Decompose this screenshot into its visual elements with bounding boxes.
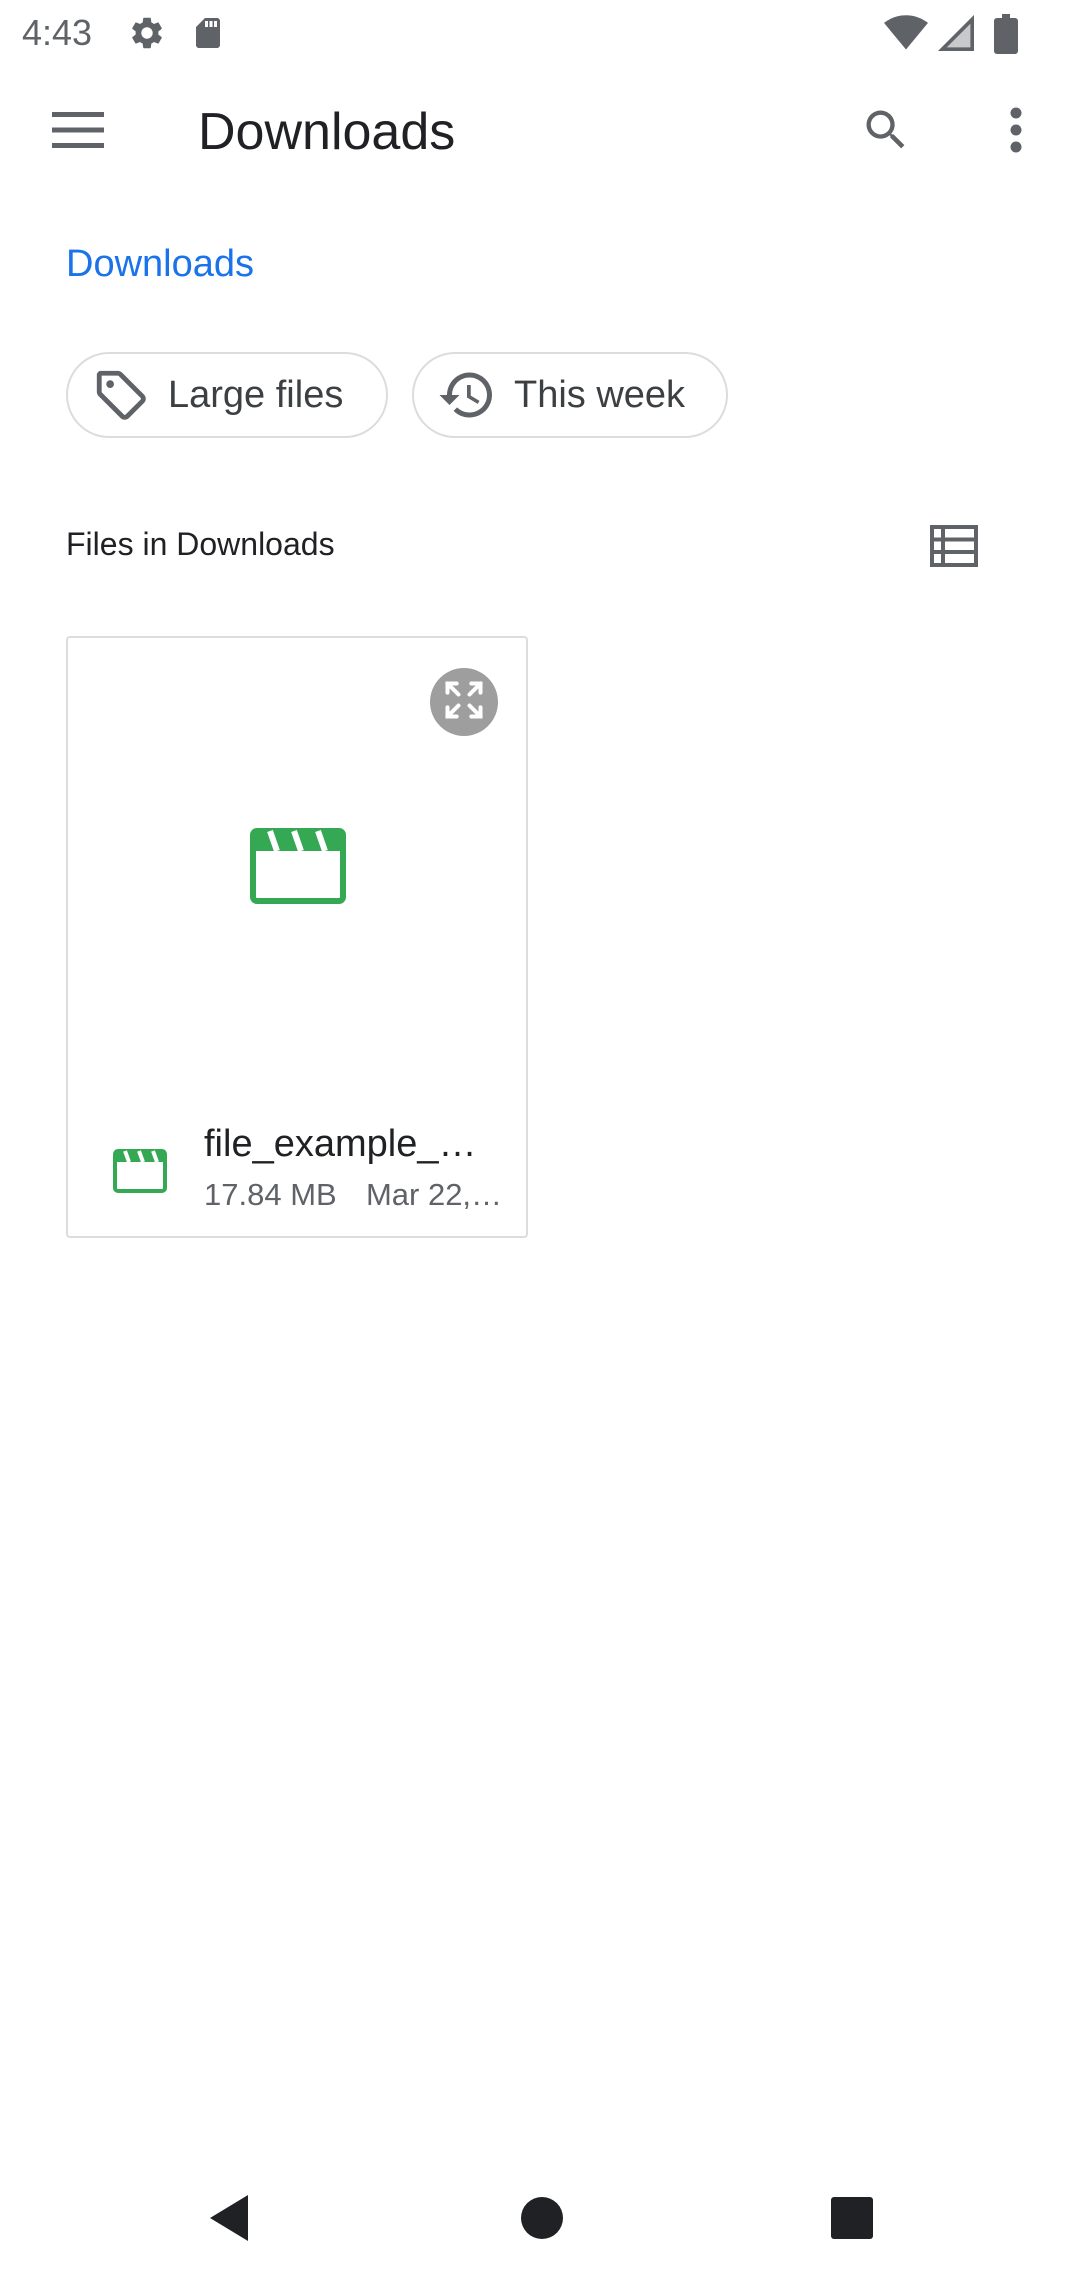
battery-icon <box>994 14 1018 59</box>
search-icon <box>860 104 912 161</box>
chip-label: Large files <box>168 373 344 416</box>
chip-large-files[interactable]: Large files <box>66 352 388 438</box>
sd-card-icon <box>190 14 226 57</box>
file-meta: 17.84 MB Mar 22,… <box>204 1176 502 1214</box>
menu-icon <box>52 111 104 153</box>
app-title: Downloads <box>198 103 456 161</box>
chip-this-week[interactable]: This week <box>412 352 728 438</box>
status-time: 4:43 <box>22 12 93 53</box>
file-size: 17.84 MB <box>204 1177 337 1212</box>
video-clapper-icon <box>250 828 346 909</box>
expand-preview-button[interactable] <box>430 668 498 736</box>
settings-icon <box>128 14 166 57</box>
chip-label: This week <box>514 373 686 416</box>
navigation-bar <box>0 2160 1080 2280</box>
back-button[interactable] <box>180 2172 276 2268</box>
signal-icon <box>937 14 974 57</box>
file-card[interactable]: file_example_… 17.84 MB Mar 22,… <box>66 636 528 1238</box>
view-toggle-button[interactable] <box>906 500 1002 596</box>
section-title: Files in Downloads <box>66 526 335 562</box>
wifi-icon <box>884 14 928 57</box>
status-bar: 4:43 <box>0 0 1080 66</box>
list-view-icon <box>930 524 978 572</box>
file-type-video-icon <box>112 1148 168 1199</box>
recents-icon <box>831 2196 873 2244</box>
more-options-button[interactable] <box>968 84 1064 180</box>
fullscreen-icon <box>442 678 486 727</box>
home-icon <box>520 2196 564 2245</box>
file-name: file_example_… <box>204 1123 477 1165</box>
back-icon <box>206 2193 250 2248</box>
home-button[interactable] <box>494 2172 590 2268</box>
more-vert-icon <box>1009 107 1023 158</box>
search-button[interactable] <box>838 84 934 180</box>
recents-button[interactable] <box>804 2172 900 2268</box>
label-tag-icon <box>90 364 152 426</box>
breadcrumb-downloads[interactable]: Downloads <box>66 240 254 288</box>
menu-button[interactable] <box>30 84 126 180</box>
history-icon <box>436 364 498 426</box>
file-date: Mar 22,… <box>365 1177 503 1212</box>
